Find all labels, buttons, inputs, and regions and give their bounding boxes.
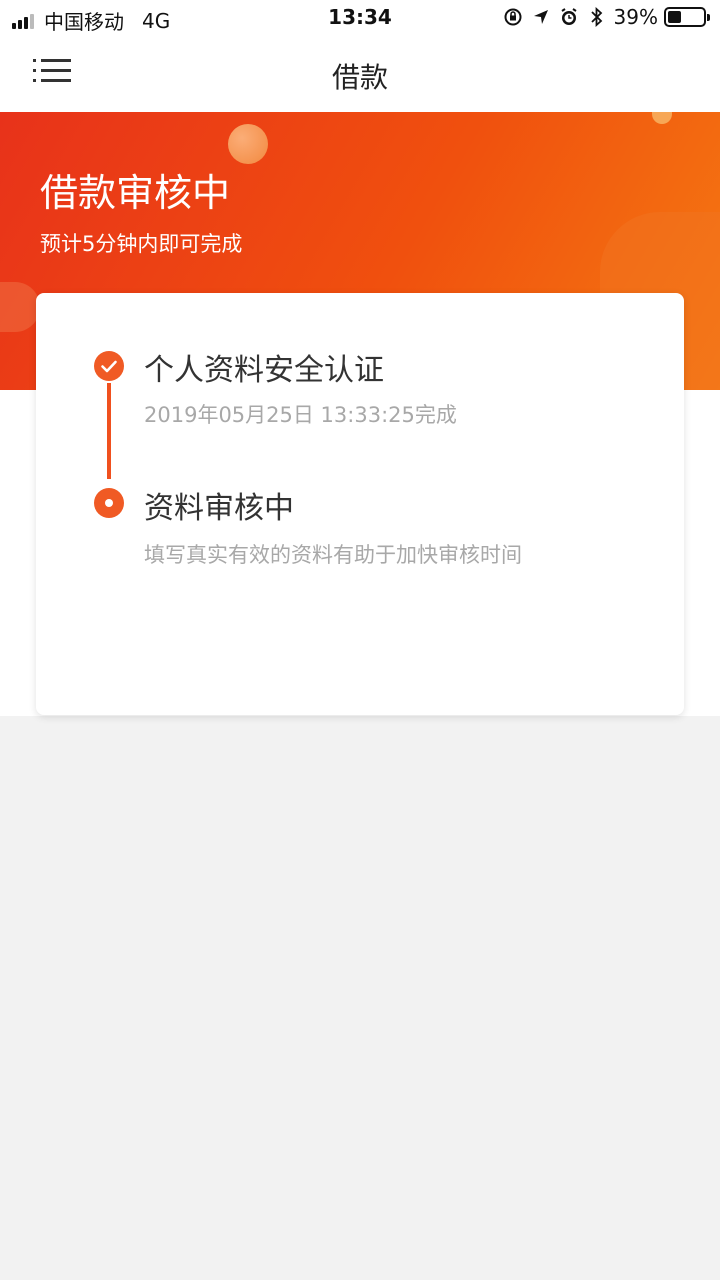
status-right: 39% <box>502 5 710 29</box>
step-connector-line <box>107 383 111 479</box>
progress-card: 个人资料安全认证 2019年05月25日 13:33:25完成 资料审核中 填写… <box>36 293 684 715</box>
bluetooth-icon <box>586 6 608 28</box>
battery-percent: 39% <box>613 5 658 29</box>
lantern-decoration <box>0 282 40 332</box>
step-desc: 填写真实有效的资料有助于加快审核时间 <box>144 543 522 567</box>
step-title: 个人资料安全认证 <box>144 353 384 388</box>
battery-icon <box>664 7 710 27</box>
nav-bar: 借款 <box>0 36 720 112</box>
step-title: 资料审核中 <box>144 491 294 526</box>
battery-fill <box>668 11 682 23</box>
banner-title: 借款审核中 <box>40 171 231 215</box>
page-title: 借款 <box>331 61 388 94</box>
status-bar: 中国移动 4G 13:34 39% <box>0 0 720 36</box>
lantern-decoration <box>652 112 672 124</box>
lantern-decoration <box>228 124 268 164</box>
orientation-lock-icon <box>502 6 524 28</box>
current-dot-icon <box>94 488 124 518</box>
step-desc: 2019年05月25日 13:33:25完成 <box>144 403 457 427</box>
location-icon <box>530 6 552 28</box>
check-icon <box>94 351 124 381</box>
banner-subtitle: 预计5分钟内即可完成 <box>40 232 243 256</box>
alarm-icon <box>558 6 580 28</box>
